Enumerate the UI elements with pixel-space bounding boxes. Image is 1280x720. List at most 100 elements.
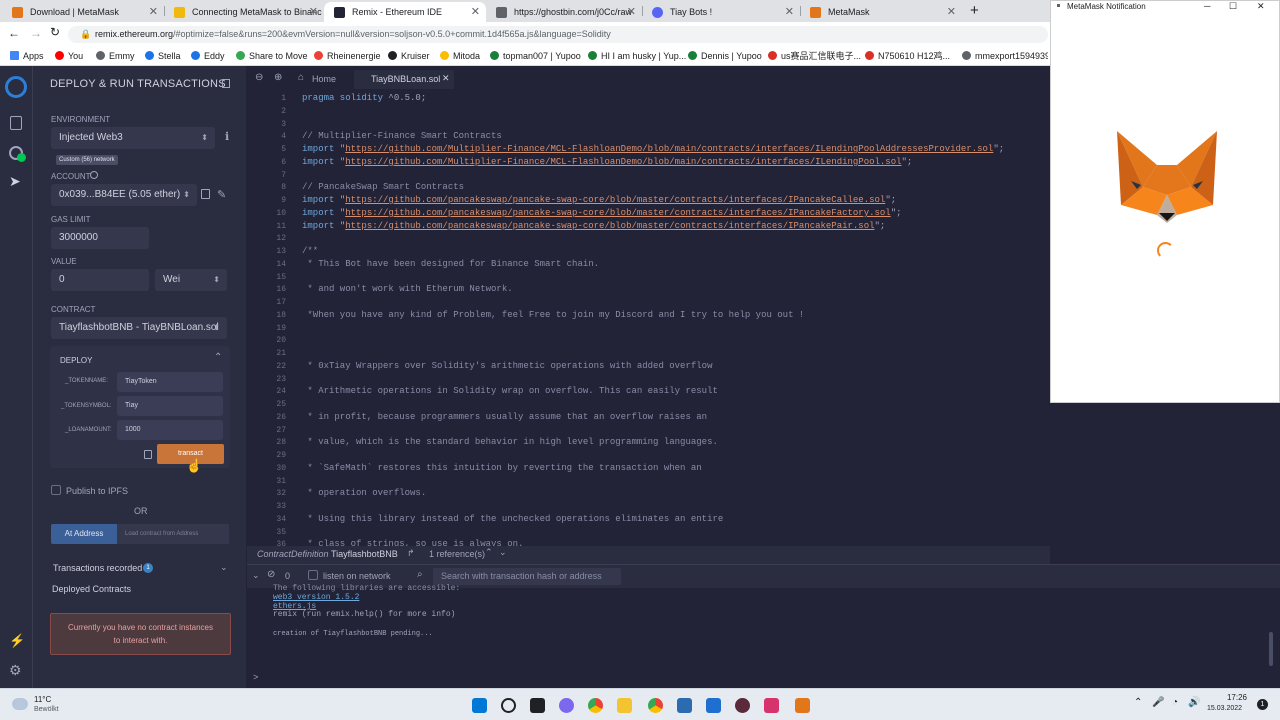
plugin-manager-icon[interactable]: ⚡ xyxy=(9,633,25,649)
chevron-up-icon[interactable]: ⌃ xyxy=(214,352,222,363)
bookmark-item[interactable]: Dennis | Yupoo xyxy=(688,50,762,62)
browser-tab[interactable]: MetaMask ✕ xyxy=(800,2,962,22)
youtube-icon xyxy=(55,51,64,60)
bookmark-item[interactable]: HI I am husky | Yup... xyxy=(588,50,686,62)
at-address-button[interactable]: At Address xyxy=(51,524,117,544)
bookmark-item[interactable]: N750610 H12鸡... xyxy=(865,50,950,62)
clear-console-icon[interactable]: ⊘ xyxy=(267,569,275,580)
tray-chevron-icon[interactable]: ⌃ xyxy=(1134,697,1142,708)
gas-limit-input[interactable]: 3000000 xyxy=(51,227,149,249)
chevron-down-icon[interactable]: ⌄ xyxy=(499,547,507,558)
settings-gear-icon[interactable]: ⚙ xyxy=(9,662,22,679)
microphone-icon[interactable]: 🎤 xyxy=(1152,697,1164,708)
terminal-prompt[interactable]: > xyxy=(253,673,258,683)
docs-icon[interactable] xyxy=(222,79,230,88)
close-window-icon[interactable]: ✕ xyxy=(1257,1,1265,12)
edit-icon[interactable]: ✎ xyxy=(217,188,226,201)
browser-tab-active[interactable]: Remix - Ethereum IDE ✕ xyxy=(324,2,486,22)
bookmark-item[interactable]: Rheinenergie xyxy=(314,50,381,62)
chat-icon[interactable] xyxy=(559,698,574,713)
weather-cloud-icon[interactable] xyxy=(12,698,28,710)
copy-icon[interactable] xyxy=(201,189,210,199)
chevron-down-icon[interactable]: ⌄ xyxy=(220,562,228,573)
tab-file[interactable]: TiayBNBLoan.sol ✕ xyxy=(354,70,454,89)
reload-icon[interactable]: ↻ xyxy=(50,25,60,39)
bookmark-item[interactable]: us赛品汇信联电子... xyxy=(768,50,861,62)
account-select[interactable]: 0x039...B84EE (5.05 ether) ⬍ xyxy=(51,184,197,206)
app-icon[interactable] xyxy=(735,698,750,713)
chrome-icon[interactable] xyxy=(588,698,603,713)
collapse-terminal-icon[interactable]: ⌄ xyxy=(252,570,260,581)
close-tab-icon[interactable]: ✕ xyxy=(309,2,318,22)
search-icon[interactable] xyxy=(501,698,516,713)
bookmark-label: Share to Move xyxy=(249,51,308,61)
info-icon[interactable]: ℹ xyxy=(225,130,229,143)
terminal-link[interactable]: web3 version 1.5.2 xyxy=(273,593,359,602)
maximize-icon[interactable]: ☐ xyxy=(1229,1,1237,12)
zoom-out-icon[interactable]: ⊖ xyxy=(255,72,263,83)
tokenname-input[interactable]: TiayToken xyxy=(117,372,223,392)
goto-definition-icon[interactable]: ↱ xyxy=(407,548,415,559)
back-icon[interactable]: ← xyxy=(8,26,20,40)
close-tab-icon[interactable]: ✕ xyxy=(471,2,480,22)
forward-icon[interactable]: → xyxy=(30,26,42,40)
file-explorer-icon[interactable] xyxy=(617,698,632,713)
load-address-input[interactable]: Load contract from Address xyxy=(117,524,229,544)
bookmark-item[interactable]: Mitoda xyxy=(440,50,480,62)
remix-logo-icon[interactable] xyxy=(5,76,27,98)
tab-home[interactable]: Home xyxy=(312,74,336,84)
app-icon[interactable] xyxy=(677,698,692,713)
chevron-up-icon[interactable]: ⌃ xyxy=(485,547,493,558)
notification-badge[interactable]: 1 xyxy=(1257,699,1268,710)
listen-network-checkbox[interactable] xyxy=(308,570,318,580)
environment-select[interactable]: Injected Web3 ⬍ xyxy=(51,127,215,149)
tx-search-input[interactable]: Search with transaction hash or address xyxy=(433,568,621,585)
contract-select[interactable]: TiayflashbotBNB - TiayBNBLoan.sol ⬍ xyxy=(51,317,227,339)
value-unit-select[interactable]: Wei ⬍ xyxy=(155,269,227,291)
file-explorer-icon[interactable] xyxy=(10,116,22,130)
url-bar[interactable]: 🔒 remix.ethereum.org/#optimize=false&run… xyxy=(68,26,1048,43)
value-input[interactable]: 0 xyxy=(51,269,149,291)
wifi-icon[interactable]: ◔ xyxy=(1172,697,1178,708)
copy-calldata-icon[interactable] xyxy=(144,450,152,459)
metamask-taskbar-icon[interactable] xyxy=(795,698,810,713)
volume-icon[interactable]: 🔊 xyxy=(1188,697,1200,708)
bookmark-item[interactable]: Share to Move xyxy=(236,50,308,62)
bookmark-item[interactable]: topman007 | Yupoo xyxy=(490,50,581,62)
terminal-scrollbar[interactable] xyxy=(1269,632,1273,666)
clock-time[interactable]: 17:26 xyxy=(1213,693,1247,702)
publish-ipfs-checkbox[interactable] xyxy=(51,485,61,495)
start-menu-icon[interactable] xyxy=(472,698,487,713)
chrome-profile-icon[interactable] xyxy=(648,698,663,713)
bookmark-item[interactable]: mmexport1594939... xyxy=(962,50,1048,62)
browser-tab[interactable]: Download | MetaMask ✕ xyxy=(2,2,164,22)
bookmark-item[interactable]: You xyxy=(55,50,83,62)
transactions-recorded-label[interactable]: Transactions recorded xyxy=(53,563,142,573)
close-tab-icon[interactable]: ✕ xyxy=(947,2,956,22)
deploy-run-icon[interactable]: ➤ xyxy=(9,173,21,190)
bookmark-item[interactable]: Kruiser xyxy=(388,50,430,62)
add-account-icon[interactable] xyxy=(90,171,98,179)
browser-tab[interactable]: https://ghostbin.com/j0Cc/raw ✕ xyxy=(486,2,642,22)
bookmark-item[interactable]: Stella xyxy=(145,50,181,62)
browser-tab[interactable]: Connecting MetaMask to Binanc ✕ xyxy=(164,2,324,22)
line-number: 28 xyxy=(276,438,286,448)
loanamount-input[interactable]: 1000 xyxy=(117,420,223,440)
bookmark-item[interactable]: Eddy xyxy=(191,50,225,62)
clock-date[interactable]: 15.03.2022 xyxy=(1207,705,1242,712)
media-player-icon[interactable] xyxy=(764,698,779,713)
photos-icon[interactable] xyxy=(706,698,721,713)
new-tab-icon[interactable]: + xyxy=(970,2,979,19)
tokensymbol-input[interactable]: Tiay xyxy=(117,396,223,416)
close-tab-icon[interactable]: ✕ xyxy=(627,2,636,22)
bookmark-item[interactable]: Apps xyxy=(10,50,44,62)
task-view-icon[interactable] xyxy=(530,698,545,713)
bookmark-item[interactable]: Emmy xyxy=(96,50,135,62)
close-tab-icon[interactable]: ✕ xyxy=(149,2,158,22)
zoom-in-icon[interactable]: ⊕ xyxy=(274,72,282,83)
close-tab-icon[interactable]: ✕ xyxy=(442,73,450,84)
browser-tab[interactable]: Tiay Bots ! ✕ xyxy=(642,2,800,22)
close-tab-icon[interactable]: ✕ xyxy=(785,2,794,22)
weather-temp[interactable]: 11°C xyxy=(34,695,51,704)
minimize-icon[interactable]: ─ xyxy=(1204,1,1210,11)
